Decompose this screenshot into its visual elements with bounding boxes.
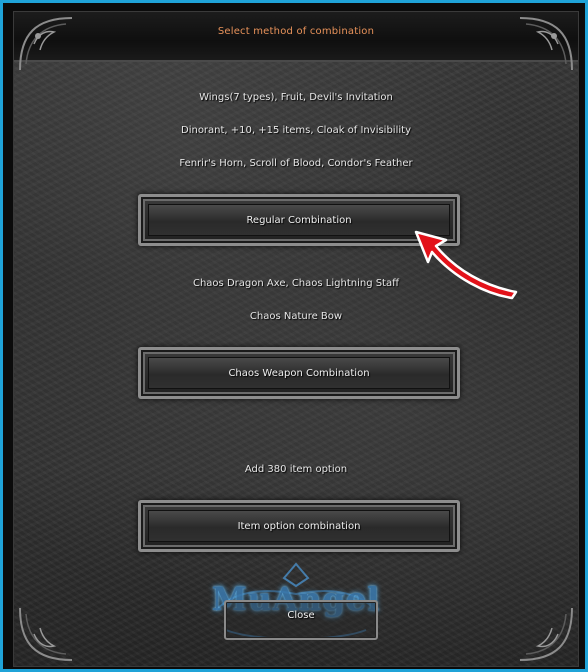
red-curved-arrow-icon <box>414 230 518 300</box>
combination-info-line: Chaos Nature Bow <box>249 311 343 322</box>
combination-info-line: Fenrir's Horn, Scroll of Blood, Condor's… <box>179 158 413 169</box>
dialog-title: Select method of combination <box>217 26 375 37</box>
combination-info-line: Add 380 item option <box>244 464 348 475</box>
combination-info-line: Wings(7 types), Fruit, Devil's Invitatio… <box>199 92 393 103</box>
close-button[interactable]: Close <box>224 600 378 640</box>
chaos-weapon-combination-button[interactable]: Chaos Weapon Combination <box>138 347 460 399</box>
close-button-label: Close <box>287 610 315 621</box>
ornamental-corner-icon <box>19 17 73 71</box>
combination-info-line: Dinorant, +10, +15 items, Cloak of Invis… <box>181 125 411 136</box>
ornamental-corner-icon <box>519 607 573 661</box>
title-bar: Select method of combination <box>14 12 578 62</box>
combination-dialog: Select method of combination Wings(7 typ… <box>13 11 579 667</box>
window-frame: Select method of combination Wings(7 typ… <box>0 0 588 672</box>
button-label: Item option combination <box>237 520 361 532</box>
item-option-combination-button[interactable]: Item option combination <box>138 500 460 552</box>
button-label: Chaos Weapon Combination <box>228 367 370 379</box>
ornamental-corner-icon <box>519 17 573 71</box>
ornamental-corner-icon <box>19 607 73 661</box>
